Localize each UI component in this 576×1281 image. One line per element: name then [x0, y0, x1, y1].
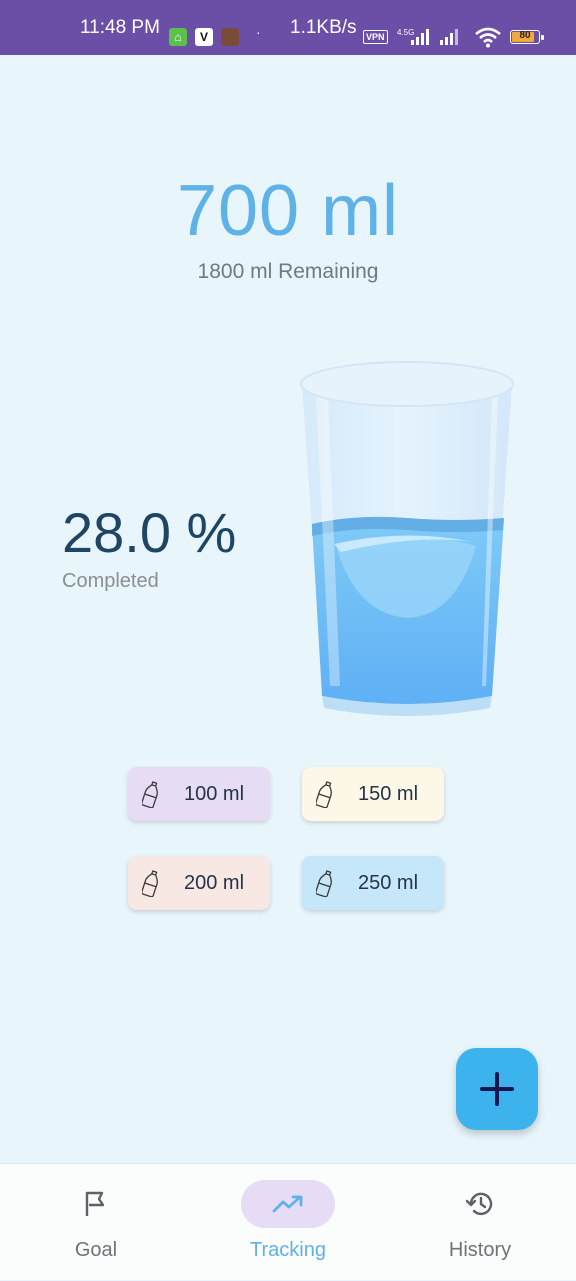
- chip-label: 100 ml: [184, 783, 245, 805]
- battery-icon: 80: [510, 30, 540, 44]
- add-200ml-button[interactable]: 200 ml: [128, 856, 270, 910]
- percent-completed: 28.0 %: [62, 501, 237, 564]
- trending-up-icon: [272, 1195, 303, 1213]
- status-bar: 11:48 PM ⌂ V · 1.1KB/s VPN 4.5G 80: [0, 0, 576, 55]
- history-icon: [465, 1192, 493, 1216]
- add-150ml-button[interactable]: 150 ml: [302, 767, 444, 821]
- nav-goal-label: Goal: [74, 1239, 118, 1261]
- remaining-text: 1800 ml Remaining: [197, 260, 379, 283]
- nav-tracking-label: Tracking: [250, 1239, 326, 1261]
- add-100ml-button[interactable]: 100 ml: [128, 767, 270, 821]
- bottom-navigation: Goal Tracking History: [0, 1163, 576, 1280]
- wifi-icon: [475, 27, 501, 48]
- add-250ml-button[interactable]: 250 ml: [302, 856, 444, 910]
- notification-v-icon: V: [195, 28, 213, 46]
- nav-tracking[interactable]: Tracking: [192, 1164, 384, 1281]
- chip-label: 150 ml: [358, 783, 419, 805]
- nav-goal[interactable]: Goal: [0, 1164, 192, 1281]
- flag-icon: [85, 1191, 105, 1216]
- bottle-icon: [316, 870, 332, 897]
- plus-icon: [480, 1072, 514, 1106]
- network-speed: 1.1KB/s: [290, 17, 357, 38]
- nav-history-label: History: [448, 1239, 512, 1261]
- consumed-total: 700 ml: [176, 171, 400, 251]
- status-dot: ·: [256, 24, 261, 40]
- notification-app-icon: ⌂: [169, 28, 187, 46]
- vpn-icon: VPN: [363, 30, 388, 44]
- bottle-icon: [142, 870, 158, 897]
- nav-history[interactable]: History: [384, 1164, 576, 1281]
- bottle-icon: [142, 781, 158, 808]
- bottle-icon: [316, 781, 332, 808]
- add-water-fab[interactable]: [456, 1048, 538, 1130]
- chip-label: 250 ml: [358, 872, 419, 894]
- network-type: 4.5G: [397, 28, 414, 37]
- battery-level: 80: [519, 30, 531, 41]
- chip-label: 200 ml: [184, 872, 245, 894]
- status-time: 11:48 PM: [80, 17, 160, 38]
- notification-game-icon: [221, 28, 239, 46]
- signal-icon: 4.5G: [397, 28, 458, 45]
- completed-label: Completed: [62, 570, 159, 592]
- water-glass-illustration: [300, 361, 514, 716]
